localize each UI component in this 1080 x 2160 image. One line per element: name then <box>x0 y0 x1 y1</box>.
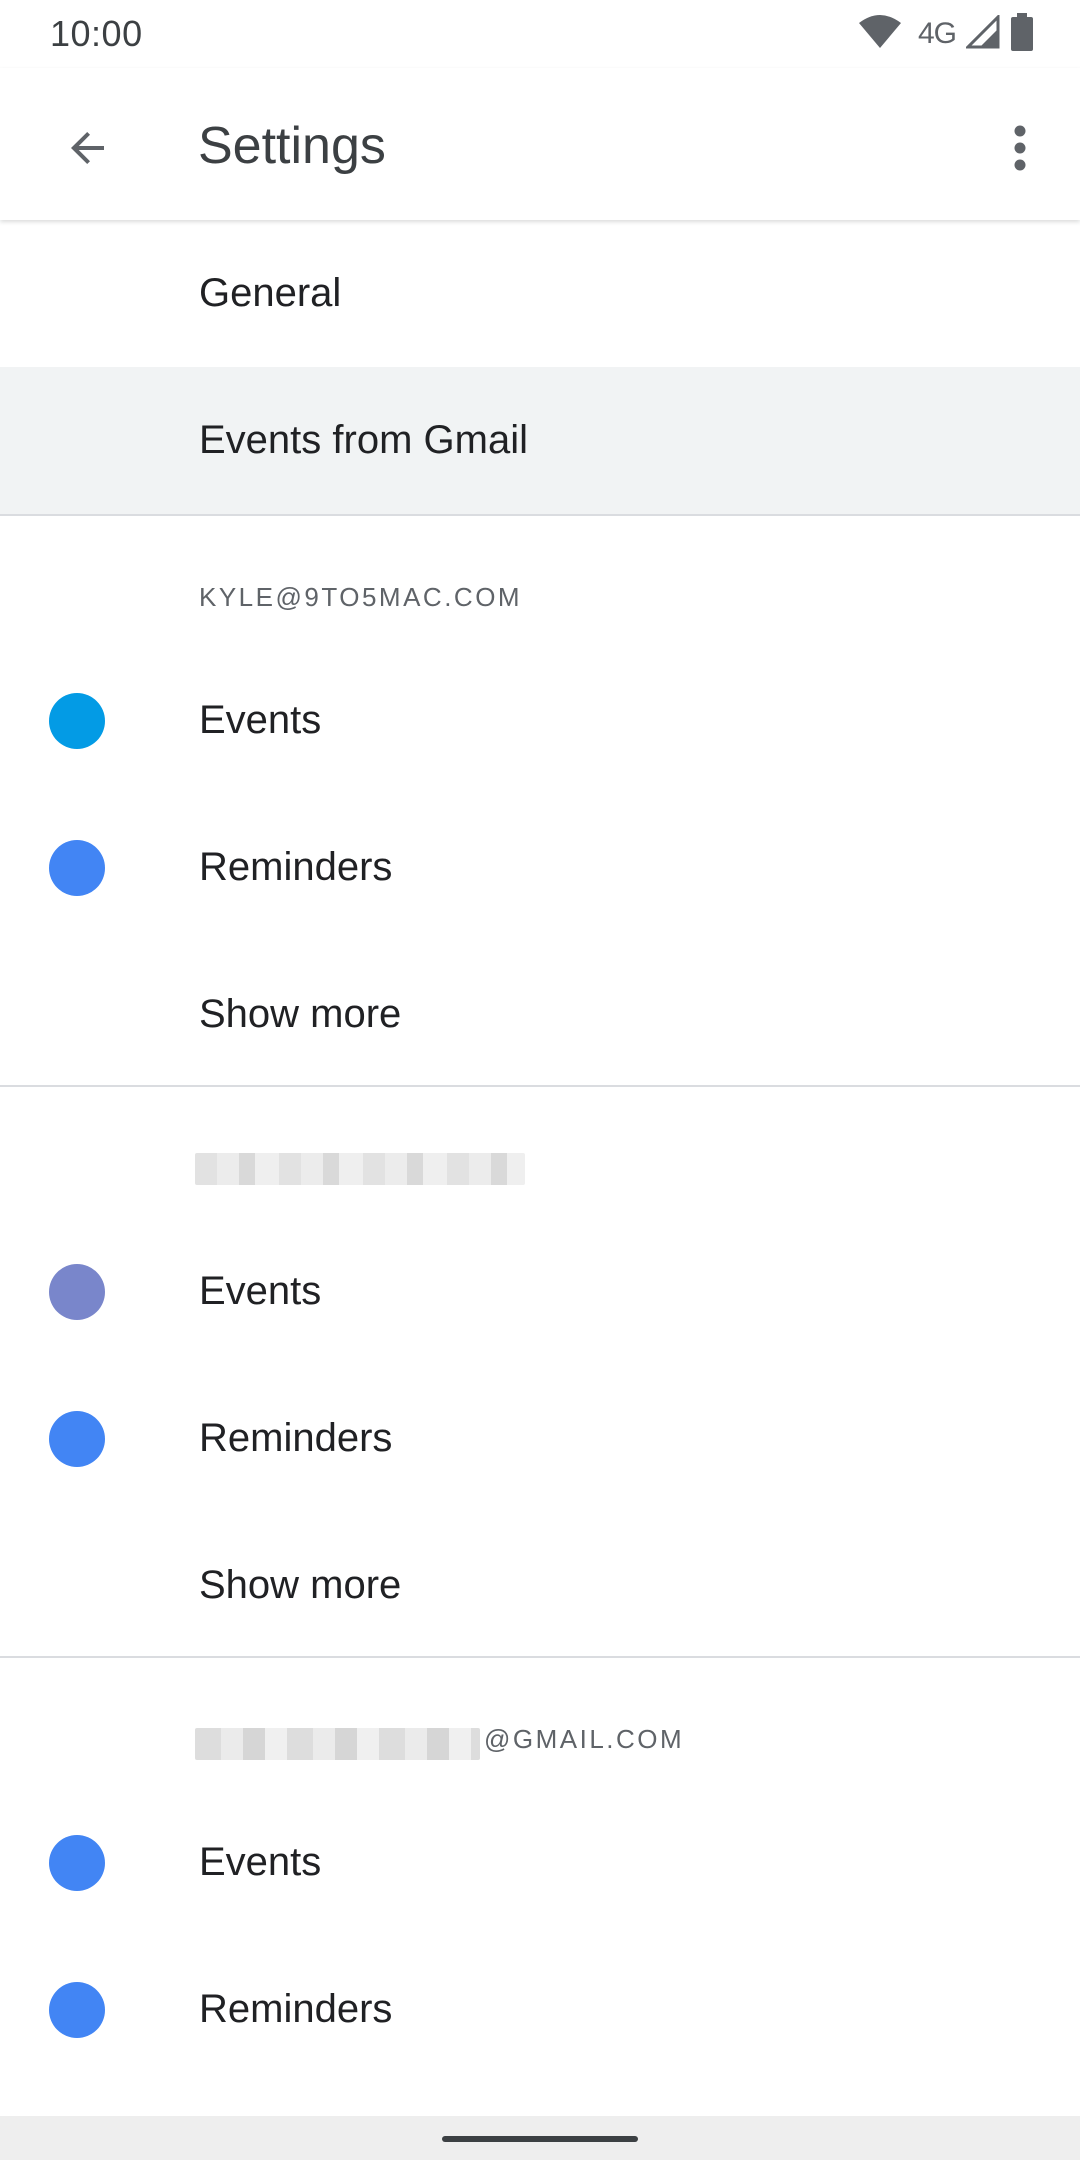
show-more-button[interactable]: Show more <box>0 1512 1080 1659</box>
wifi-icon <box>858 14 902 54</box>
calendar-item-label: Events <box>199 1840 322 1884</box>
settings-item-events-from-gmail[interactable]: Events from Gmail <box>0 367 1080 514</box>
calendar-color-dot <box>49 1981 105 2038</box>
calendar-color-dot <box>49 1263 105 1320</box>
status-icons: 4G <box>858 12 1034 56</box>
calendar-item-label: Events <box>199 698 322 742</box>
calendar-item-reminders[interactable]: Reminders <box>0 1365 1080 1512</box>
battery-icon <box>1010 12 1034 56</box>
settings-screen: 10:00 4G Settings General Events from Gm… <box>0 0 1080 2160</box>
redacted-email <box>195 1728 480 1760</box>
settings-list: General Events from Gmail KYLE@9TO5MAC.C… <box>0 220 1080 2083</box>
calendar-color-dot <box>49 692 105 749</box>
more-vert-icon <box>1013 125 1027 176</box>
cell-signal-icon <box>964 12 1000 54</box>
calendar-item-label: Reminders <box>199 1416 393 1460</box>
calendar-item-label: Reminders <box>199 1987 393 2031</box>
settings-item-label: Events from Gmail <box>199 418 528 462</box>
calendar-color-dot <box>49 839 105 896</box>
status-bar: 10:00 4G <box>0 0 1080 68</box>
calendar-color-dot <box>49 1410 105 1467</box>
gesture-handle[interactable] <box>442 2136 638 2142</box>
settings-item-general[interactable]: General <box>0 220 1080 367</box>
calendar-item-reminders[interactable]: Reminders <box>0 1936 1080 2083</box>
network-type: 4G <box>917 17 957 50</box>
show-more-button[interactable]: Show more <box>0 941 1080 1088</box>
calendar-item-reminders[interactable]: Reminders <box>0 794 1080 941</box>
calendar-item-events[interactable]: Events <box>0 1789 1080 1936</box>
status-time: 10:00 <box>50 13 143 54</box>
arrow-back-icon <box>64 124 112 177</box>
page-title: Settings <box>198 117 386 175</box>
more-options-button[interactable] <box>980 110 1060 190</box>
calendar-item-events[interactable]: Events <box>0 1218 1080 1365</box>
navigation-bar <box>0 2116 1080 2160</box>
calendar-item-label: Reminders <box>199 845 393 889</box>
account-email-suffix: @GMAIL.COM <box>484 1724 685 1754</box>
app-bar: Settings <box>0 68 1080 220</box>
show-more-label: Show more <box>199 992 402 1036</box>
back-button[interactable] <box>48 110 128 190</box>
calendar-item-events[interactable]: Events <box>0 647 1080 794</box>
redacted-email <box>195 1153 525 1185</box>
settings-item-label: General <box>199 271 342 315</box>
calendar-item-label: Events <box>199 1269 322 1313</box>
show-more-label: Show more <box>199 1563 402 1607</box>
account-email: KYLE@9TO5MAC.COM <box>199 582 523 612</box>
calendar-color-dot <box>49 1834 105 1891</box>
